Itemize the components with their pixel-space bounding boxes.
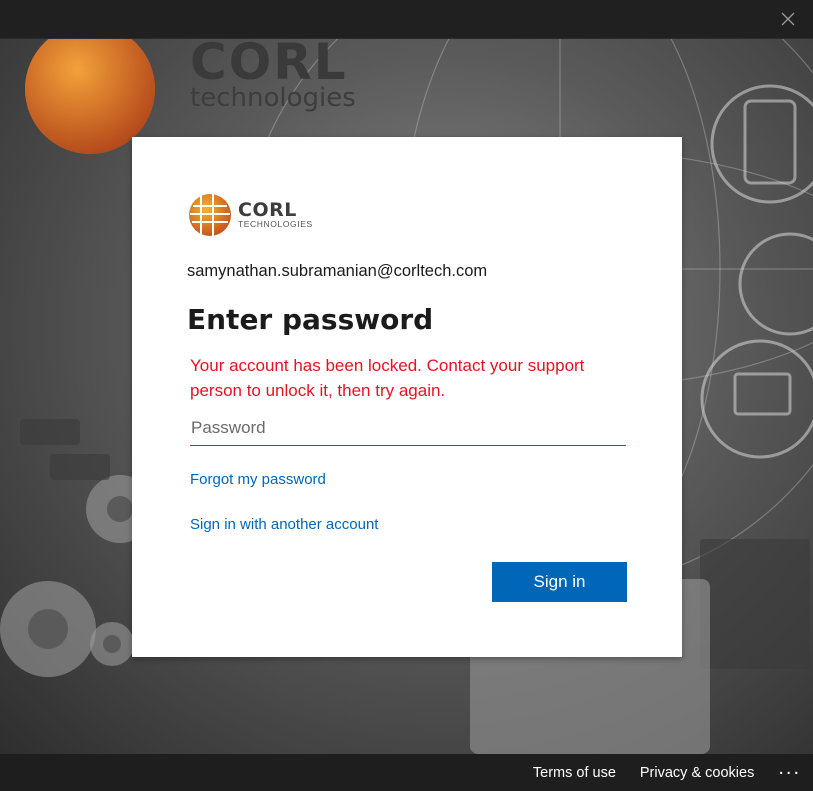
company-logo: CORL TECHNOLOGIES [187, 192, 313, 238]
close-icon [781, 12, 795, 26]
more-options-button[interactable]: ... [778, 757, 801, 780]
error-message: Your account has been locked. Contact yo… [190, 356, 585, 400]
page-title: Enter password [187, 303, 434, 336]
close-button[interactable] [777, 8, 799, 30]
terms-of-use-link[interactable]: Terms of use [533, 765, 616, 781]
footer: Terms of use Privacy & cookies ... [0, 754, 813, 791]
background-brand-name: CORL [190, 39, 348, 91]
sign-in-button[interactable]: Sign in [492, 562, 627, 602]
title-bar [0, 0, 813, 39]
password-input[interactable] [190, 411, 626, 446]
account-email: samynathan.subramanian@corltech.com [187, 262, 488, 280]
logo-subtitle: TECHNOLOGIES [238, 219, 313, 229]
logo-icon [189, 194, 231, 236]
privacy-cookies-link[interactable]: Privacy & cookies [640, 765, 754, 781]
sign-in-dialog: CORL TECHNOLOGIES samynathan.subramanian… [132, 137, 682, 657]
background-brand-sub: technologies [190, 83, 356, 113]
forgot-password-link[interactable]: Forgot my password [190, 471, 326, 488]
logo-name: CORL [238, 199, 297, 221]
background-brand: CORL technologies [190, 39, 356, 111]
sign-in-another-account-link[interactable]: Sign in with another account [190, 516, 378, 533]
